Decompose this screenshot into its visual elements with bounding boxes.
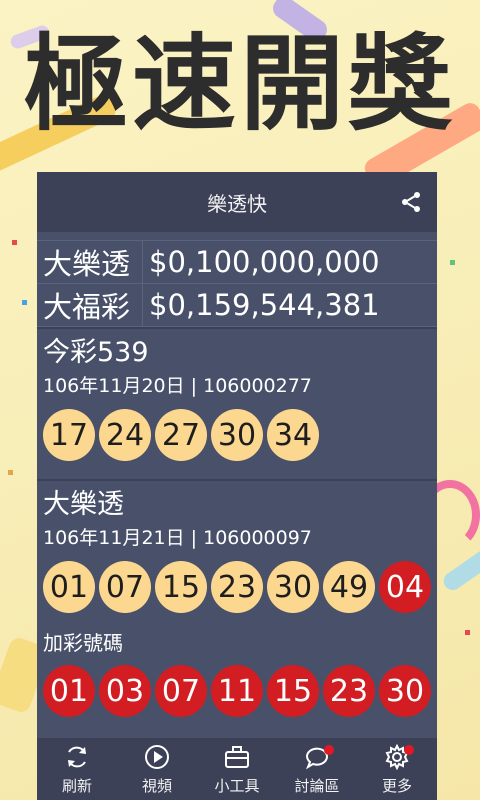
extra-number-ball: 03 <box>99 665 151 717</box>
nav-video[interactable]: 視頻 <box>117 743 197 796</box>
draw-date: 106年11月21日 | 106000097 <box>43 527 312 549</box>
draw-title: 大樂透 <box>43 489 124 520</box>
number-ball: 17 <box>43 409 95 461</box>
confetti-dot <box>465 630 470 635</box>
notification-badge <box>324 744 334 755</box>
confetti-dot <box>450 260 455 265</box>
winning-numbers: 17 24 27 30 34 <box>43 407 437 463</box>
draw-date: 106年11月20日 | 106000277 <box>43 375 312 397</box>
number-ball: 23 <box>211 561 263 613</box>
extra-number-ball: 15 <box>267 665 319 717</box>
winning-numbers: 01 07 15 23 30 49 04 <box>43 559 437 615</box>
extra-number-ball: 23 <box>323 665 375 717</box>
app-screen: 樂透快 大樂透 $0,100,000,000 大福彩 $0,159,544,38… <box>37 172 437 800</box>
draw-lotto-card[interactable]: 大樂透 106年11月21日 | 106000097 01 07 15 23 3… <box>37 479 437 749</box>
number-ball: 49 <box>323 561 375 613</box>
nav-tools[interactable]: 小工具 <box>197 743 277 796</box>
number-ball: 27 <box>155 409 207 461</box>
number-ball: 34 <box>267 409 319 461</box>
play-icon <box>145 744 169 769</box>
jackpot-name: 大樂透 <box>37 241 143 283</box>
bottom-navigation: 刷新 視頻 小工具 討論區 更多 <box>37 738 437 800</box>
notification-badge <box>404 744 414 755</box>
jackpot-table: 大樂透 $0,100,000,000 大福彩 $0,159,544,381 <box>37 240 437 327</box>
app-header: 樂透快 <box>37 172 437 232</box>
extra-number-ball: 01 <box>43 665 95 717</box>
number-ball: 01 <box>43 561 95 613</box>
extra-number-ball: 30 <box>379 665 431 717</box>
toolbox-icon <box>225 745 249 768</box>
nav-label: 視頻 <box>141 776 172 795</box>
nav-label: 更多 <box>381 776 412 795</box>
special-number-ball: 04 <box>379 561 431 613</box>
number-ball: 07 <box>99 561 151 613</box>
nav-label: 小工具 <box>214 776 260 795</box>
extra-number-ball: 07 <box>155 665 207 717</box>
refresh-icon <box>68 746 86 767</box>
nav-label: 刷新 <box>61 776 92 795</box>
number-ball: 15 <box>155 561 207 613</box>
confetti-dot <box>8 470 13 475</box>
extra-number-ball: 11 <box>211 665 263 717</box>
confetti-dot <box>22 300 27 305</box>
nav-refresh[interactable]: 刷新 <box>37 743 117 796</box>
confetti-ribbon <box>440 544 480 594</box>
number-ball: 30 <box>267 561 319 613</box>
promo-headline: 極速開獎 <box>23 23 456 145</box>
share-icon[interactable] <box>399 190 423 214</box>
nav-label: 討論區 <box>294 776 340 795</box>
jackpot-row[interactable]: 大樂透 $0,100,000,000 <box>37 241 437 284</box>
confetti-dot <box>12 240 17 245</box>
extra-numbers-label: 加彩號碼 <box>43 631 123 655</box>
draw-title: 今彩539 <box>43 337 149 368</box>
nav-more[interactable]: 更多 <box>357 743 437 796</box>
draw-539-card[interactable]: 今彩539 106年11月20日 | 106000277 17 24 27 30… <box>37 327 437 479</box>
number-ball: 24 <box>99 409 151 461</box>
jackpot-name: 大福彩 <box>37 284 143 326</box>
jackpot-amount: $0,100,000,000 <box>149 245 380 279</box>
app-title: 樂透快 <box>207 191 267 216</box>
extra-numbers: 01 03 07 11 15 23 30 <box>43 663 437 719</box>
nav-forum[interactable]: 討論區 <box>277 743 357 796</box>
jackpot-amount: $0,159,544,381 <box>149 288 380 322</box>
number-ball: 30 <box>211 409 263 461</box>
jackpot-row[interactable]: 大福彩 $0,159,544,381 <box>37 284 437 327</box>
